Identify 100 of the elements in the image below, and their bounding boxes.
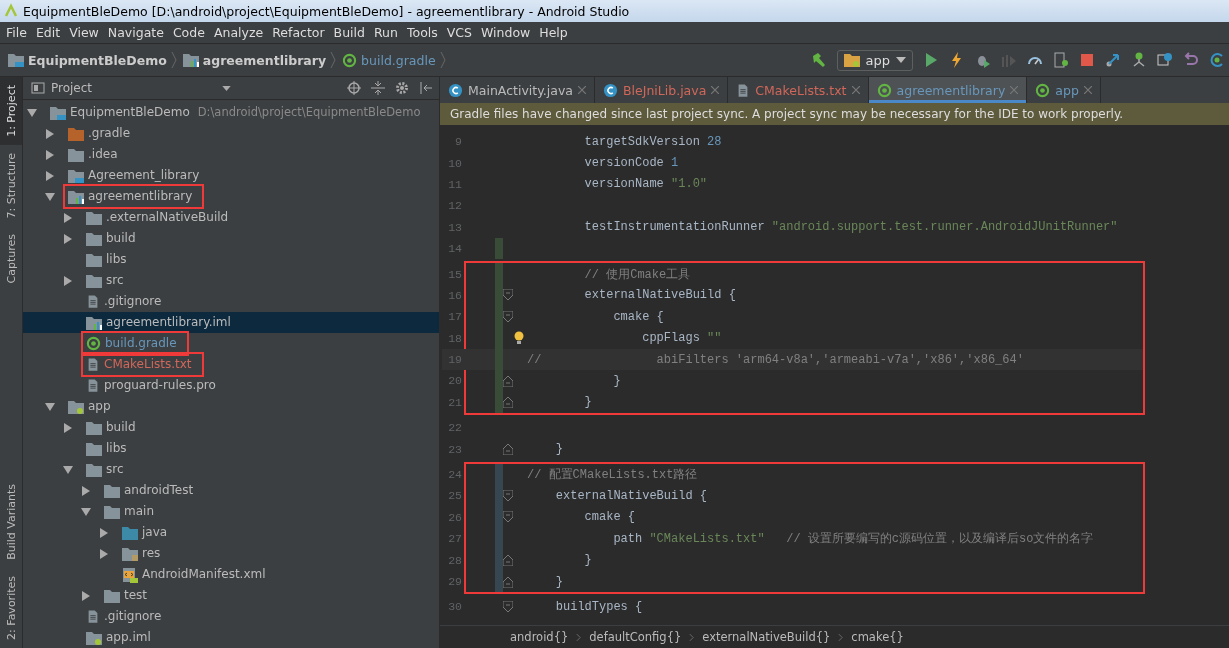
fold-marker-icon[interactable] <box>503 443 513 456</box>
notification-banner: Gradle files have changed since last project sync. A project sync may be necessary for the IDE to work properly. <box>440 103 1229 125</box>
tree-row[interactable]: .gitignore <box>23 291 439 312</box>
breadcrumb-item[interactable]: build.gradle <box>361 52 436 68</box>
tree-row[interactable]: res <box>23 543 439 564</box>
tree-row[interactable]: build.gradle <box>23 333 439 354</box>
undo-icon[interactable] <box>1183 52 1199 68</box>
tool-window-tab[interactable]: 2: Favorites <box>0 568 22 648</box>
sync-icon[interactable] <box>1209 52 1225 68</box>
folder-icon <box>68 126 84 141</box>
fold-marker-icon[interactable] <box>503 554 513 567</box>
menu-item[interactable]: Refactor <box>268 25 329 40</box>
fold-marker-icon[interactable] <box>503 489 513 502</box>
tree-row[interactable]: main <box>23 501 439 522</box>
menu-item[interactable]: Help <box>535 25 572 40</box>
tree-item-path: D:\android\project\EquipmentBleDemo <box>197 105 421 120</box>
hide-panel-icon[interactable] <box>419 81 433 95</box>
code-line: // abiFilters 'arm64-v8a','armeabi-v7a','x86','x86_64' <box>527 352 1024 367</box>
project-view-dropdown[interactable]: Project <box>31 81 231 95</box>
device-icon[interactable] <box>1053 52 1069 68</box>
menu-item[interactable]: Code <box>168 25 209 40</box>
menu-item[interactable]: VCS <box>442 25 476 40</box>
tree-row[interactable]: app <box>23 396 439 417</box>
tree-item-label: build.gradle <box>105 336 177 351</box>
fold-marker-icon[interactable] <box>503 600 513 613</box>
tool-window-tab[interactable]: 7: Structure <box>0 144 22 227</box>
menu-item[interactable]: Build <box>329 25 369 40</box>
tool-window-tab[interactable]: 1: Project <box>0 77 22 145</box>
tree-row[interactable]: src <box>23 270 439 291</box>
menu-item[interactable]: Run <box>370 25 402 40</box>
folder-icon <box>50 105 66 120</box>
close-icon[interactable] <box>1083 86 1092 94</box>
tree-row[interactable]: .externalNativeBuild <box>23 207 439 228</box>
tree-row[interactable]: .gitignore <box>23 606 439 627</box>
close-icon[interactable] <box>711 86 720 94</box>
settings-icon[interactable] <box>395 81 409 95</box>
close-icon[interactable] <box>577 86 586 94</box>
tree-row[interactable]: build <box>23 228 439 249</box>
tree-row[interactable]: build <box>23 417 439 438</box>
close-icon[interactable] <box>1010 86 1019 94</box>
fold-marker-icon[interactable] <box>503 575 513 588</box>
fold-marker-icon[interactable] <box>503 511 513 524</box>
close-icon[interactable] <box>851 86 860 94</box>
tree-row[interactable]: EquipmentBleDemo D:\android\project\EquipmentBleDemo <box>23 102 439 123</box>
breadcrumb-item[interactable]: android{} <box>510 630 569 644</box>
tab-label: MainActivity.java <box>468 82 573 98</box>
file-icon <box>86 609 100 624</box>
locate-icon[interactable] <box>347 81 361 95</box>
tree-item-label: .idea <box>88 147 118 162</box>
tool-window-tab[interactable]: Build Variants <box>0 476 22 569</box>
fold-marker-icon[interactable] <box>503 289 513 302</box>
collapse-all-icon[interactable] <box>371 81 385 95</box>
tree-row[interactable]: libs <box>23 249 439 270</box>
breadcrumb-item[interactable]: defaultConfig{} <box>589 630 682 644</box>
menu-item[interactable]: Window <box>477 25 535 40</box>
menu-item[interactable]: File <box>2 25 31 40</box>
tree-row[interactable]: .idea <box>23 144 439 165</box>
run-configuration-dropdown[interactable]: app <box>836 49 913 71</box>
chevron-icon <box>170 50 177 70</box>
menu-item[interactable]: Navigate <box>103 25 168 40</box>
line-number: 22 <box>447 421 462 435</box>
menu-item[interactable]: Analyze <box>209 25 268 40</box>
tree-row[interactable]: agreementlibrary.iml <box>23 312 439 333</box>
fold-marker-icon[interactable] <box>503 396 513 409</box>
line-number: 17 <box>447 310 462 324</box>
breadcrumb-item[interactable]: cmake{} <box>851 630 904 644</box>
tree-row[interactable]: Agreement_library <box>23 165 439 186</box>
tree-row[interactable]: app.iml <box>23 627 439 648</box>
breadcrumb-item[interactable]: agreementlibrary <box>202 52 327 68</box>
lightbulb-icon[interactable] <box>513 331 525 346</box>
tree-row[interactable]: AndroidManifest.xml <box>23 564 439 585</box>
breadcrumb-item[interactable]: externalNativeBuild{} <box>702 630 831 644</box>
breadcrumb-item[interactable]: EquipmentBleDemo <box>28 52 167 68</box>
menu-item[interactable]: View <box>65 25 103 40</box>
menu-item[interactable]: Edit <box>31 25 65 40</box>
tree-row[interactable]: libs <box>23 438 439 459</box>
vcs-update-icon[interactable] <box>1105 52 1121 68</box>
tree-row[interactable]: java <box>23 522 439 543</box>
chevron-icon <box>439 50 446 70</box>
tool-window-tab[interactable]: Captures <box>0 226 22 292</box>
stop-icon[interactable] <box>1079 52 1095 68</box>
window-title: EquipmentBleDemo [D:\android\project\EquipmentBleDemo] - agreementlibrary - Android Studio <box>23 3 630 19</box>
tree-item-label: libs <box>106 441 127 456</box>
menu-item[interactable]: Tools <box>402 25 442 40</box>
run-icon[interactable] <box>923 52 939 68</box>
tree-row[interactable]: src <box>23 459 439 480</box>
tree-row[interactable]: CMakeLists.txt <box>23 354 439 375</box>
fold-marker-icon[interactable] <box>503 375 513 387</box>
tree-row[interactable]: androidTest <box>23 480 439 501</box>
branch-icon[interactable] <box>1131 52 1147 68</box>
tree-item-label: src <box>106 273 124 288</box>
fold-marker-icon[interactable] <box>503 310 513 323</box>
folder-icon <box>104 483 120 498</box>
tree-row[interactable]: .gradle <box>23 123 439 144</box>
tree-row[interactable]: proguard-rules.pro <box>23 375 439 396</box>
tree-row[interactable]: test <box>23 585 439 606</box>
tree-row[interactable]: agreementlibrary <box>23 186 439 207</box>
gradle-icon <box>86 336 101 351</box>
code-line: externalNativeBuild { <box>554 488 708 503</box>
tree-item-label: androidTest <box>124 483 194 498</box>
